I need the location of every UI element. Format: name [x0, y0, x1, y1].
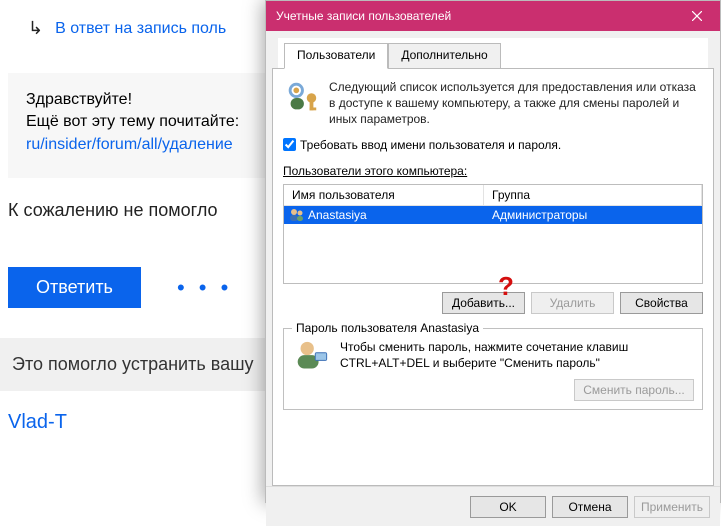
apply-button: Применить	[634, 496, 710, 518]
quoted-link[interactable]: ru/insider/forum/all/удаление	[26, 136, 233, 153]
tab-strip: Пользователи Дополнительно	[278, 38, 708, 68]
users-list-label: Пользователи этого компьютера:	[283, 164, 703, 178]
dialog-description: Следующий список используется для предос…	[329, 79, 703, 128]
ok-button[interactable]: OK	[470, 496, 546, 518]
dialog-title: Учетные записи пользователей	[276, 9, 451, 23]
user-properties-button[interactable]: Свойства	[620, 292, 703, 314]
annotation-question-mark: ?	[498, 271, 514, 302]
password-groupbox: Пароль пользователя Anastasiya Чтобы сме…	[283, 328, 703, 410]
password-user-icon	[292, 339, 330, 371]
delete-user-button: Удалить	[531, 292, 614, 314]
reply-to-text[interactable]: В ответ на запись поль	[55, 20, 226, 38]
users-list-header[interactable]: Имя пользователя Группа	[284, 185, 702, 206]
user-list-row[interactable]: Anastasiya Администраторы	[284, 206, 702, 224]
change-password-button: Сменить пароль...	[574, 379, 694, 401]
users-listview[interactable]: Имя пользователя Группа Anastasiya Админ…	[283, 184, 703, 284]
dialog-titlebar[interactable]: Учетные записи пользователей	[266, 1, 720, 31]
col-header-group[interactable]: Группа	[484, 185, 702, 206]
reply-arrow-icon: ↳	[28, 18, 43, 39]
tab-users[interactable]: Пользователи	[284, 43, 388, 69]
require-login-checkbox-row[interactable]: Требовать ввод имени пользователя и паро…	[283, 138, 703, 152]
user-action-buttons: Добавить... Удалить Свойства	[283, 292, 703, 314]
user-name-cell: Anastasiya	[308, 208, 367, 222]
col-header-username[interactable]: Имя пользователя	[284, 185, 484, 206]
more-actions-button[interactable]: • • •	[177, 275, 232, 301]
user-accounts-dialog: Учетные записи пользователей Пользовател…	[265, 0, 721, 503]
tab-advanced[interactable]: Дополнительно	[388, 43, 500, 69]
password-description: Чтобы сменить пароль, нажмите сочетание …	[340, 339, 694, 371]
password-groupbox-legend: Пароль пользователя Anastasiya	[292, 321, 483, 335]
dialog-footer: OK Отмена Применить	[266, 486, 720, 526]
tab-panel-users: Следующий список используется для предос…	[272, 68, 714, 486]
require-login-label: Требовать ввод имени пользователя и паро…	[300, 138, 561, 152]
cancel-button[interactable]: Отмена	[552, 496, 628, 518]
close-icon	[692, 11, 702, 21]
user-icon	[288, 208, 304, 222]
reply-button[interactable]: Ответить	[8, 267, 141, 308]
close-button[interactable]	[674, 1, 720, 31]
user-keys-icon	[283, 79, 321, 113]
user-group-cell: Администраторы	[484, 208, 702, 222]
require-login-checkbox[interactable]	[283, 138, 296, 151]
